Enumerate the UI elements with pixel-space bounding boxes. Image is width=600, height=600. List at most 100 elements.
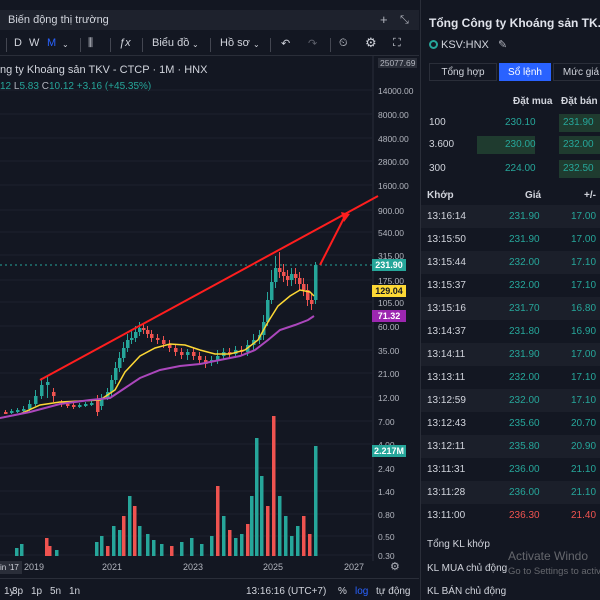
candle-body bbox=[274, 268, 278, 282]
profile-menu[interactable]: Hồ sơ bbox=[220, 37, 250, 49]
candle-type-icon[interactable]: ⫼ bbox=[88, 37, 93, 50]
edit-pencil-icon[interactable]: ✎ bbox=[498, 39, 507, 51]
orderbook-bid-price: 224.00 bbox=[505, 163, 536, 174]
trade-row[interactable]: 13:13:11 232.00 17.10 bbox=[421, 366, 600, 389]
range-button[interactable]: 5n bbox=[50, 586, 61, 597]
trade-time: 13:11:31 bbox=[427, 464, 466, 475]
volume-bar bbox=[216, 486, 220, 556]
y-axis-tick-label: 105.00 bbox=[378, 298, 404, 308]
orderbook-row[interactable]: 3.600 230.00 232.00 bbox=[421, 136, 600, 154]
trade-time: 13:15:44 bbox=[427, 257, 466, 268]
trade-row[interactable]: 13:15:50 231.90 17.00 bbox=[421, 228, 600, 251]
volume-bar bbox=[48, 546, 52, 556]
undo-icon[interactable]: ↶ bbox=[281, 37, 290, 50]
trade-row[interactable]: 13:15:37 232.00 17.10 bbox=[421, 274, 600, 297]
volume-bar bbox=[100, 536, 104, 556]
volume-bar bbox=[160, 544, 164, 556]
percent-toggle[interactable]: % bbox=[338, 586, 347, 597]
candle-body bbox=[134, 332, 138, 338]
alert-clock-icon[interactable]: ⏲ bbox=[339, 37, 348, 50]
orderbook-ask-price: 232.50 bbox=[563, 163, 594, 174]
collapse-icon[interactable]: ⤡ bbox=[400, 14, 409, 27]
status-dot-icon bbox=[429, 40, 438, 49]
candle-body bbox=[142, 328, 146, 330]
tab-price-levels[interactable]: Mức giá bbox=[553, 63, 600, 81]
orderbook-row[interactable]: 300 224.00 232.50 bbox=[421, 160, 600, 178]
trade-row[interactable]: 13:12:11 235.80 20.90 bbox=[421, 435, 600, 458]
trade-row[interactable]: 13:12:59 232.00 17.10 bbox=[421, 389, 600, 412]
trade-row[interactable]: 13:16:14 231.90 17.00 bbox=[421, 205, 600, 228]
range-button[interactable]: 1p bbox=[31, 586, 42, 597]
interval-dropdown-icon[interactable]: ⌄ bbox=[62, 40, 69, 49]
range-button[interactable]: 3p bbox=[12, 586, 23, 597]
trade-row[interactable]: 13:11:28 236.00 21.10 bbox=[421, 481, 600, 504]
volume-bar bbox=[228, 530, 232, 556]
candle-body bbox=[78, 405, 82, 407]
trade-change: 17.10 bbox=[571, 395, 597, 406]
fullscreen-icon[interactable]: ⛶ bbox=[393, 37, 401, 50]
interval-d-button[interactable]: D bbox=[14, 37, 22, 49]
trade-time: 13:13:11 bbox=[427, 372, 466, 383]
volume-bar bbox=[55, 550, 59, 556]
orderbook-ask-header: Đặt bán bbox=[561, 96, 598, 107]
trade-row[interactable]: 13:14:37 231.80 16.90 bbox=[421, 320, 600, 343]
chevron-down-icon[interactable]: ⌄ bbox=[253, 40, 260, 49]
candle-body bbox=[294, 274, 298, 278]
candle-body bbox=[40, 385, 44, 396]
tab-orderbook[interactable]: Sổ lệnh bbox=[499, 63, 551, 81]
auto-toggle[interactable]: tự động bbox=[376, 586, 411, 597]
orderbook-row[interactable]: 100 230.10 231.90 bbox=[421, 114, 600, 132]
chart-panel: Biến động thị trường + ⤡ D W M ⌄ ⫼ ƒx Bi… bbox=[0, 0, 419, 600]
chevron-down-icon[interactable]: ⌄ bbox=[192, 40, 199, 49]
volume-bar bbox=[272, 416, 276, 556]
volume-bar bbox=[260, 476, 264, 556]
interval-m-button[interactable]: M bbox=[47, 37, 56, 49]
trade-price: 236.00 bbox=[509, 487, 540, 498]
volume-bar bbox=[210, 536, 214, 556]
trade-row[interactable]: 13:14:11 231.90 17.00 bbox=[421, 343, 600, 366]
candle-body bbox=[174, 348, 178, 352]
axis-settings-icon[interactable]: ⚙ bbox=[390, 560, 400, 573]
clock-time: 13:16:16 (UTC+7) bbox=[246, 586, 327, 597]
volume-bar bbox=[222, 516, 226, 556]
range-button[interactable]: 1n bbox=[69, 586, 80, 597]
trade-price: 231.90 bbox=[509, 234, 540, 245]
tab-summary[interactable]: Tổng hợp bbox=[429, 63, 497, 81]
candle-body bbox=[4, 412, 8, 414]
function-icon[interactable]: ƒx bbox=[119, 37, 131, 49]
candle-body bbox=[52, 392, 56, 396]
trade-row[interactable]: 13:12:43 235.60 20.70 bbox=[421, 412, 600, 435]
candle-body bbox=[198, 356, 202, 360]
trade-price: 235.60 bbox=[509, 418, 540, 429]
trade-row[interactable]: 13:11:00 236.30 21.40 bbox=[421, 504, 600, 527]
log-toggle[interactable]: log bbox=[355, 586, 368, 597]
volume-bar bbox=[302, 516, 306, 556]
indicators-menu[interactable]: Biểu đồ bbox=[152, 37, 189, 49]
add-icon[interactable]: + bbox=[380, 12, 388, 27]
trade-row[interactable]: 13:15:44 232.00 17.10 bbox=[421, 251, 600, 274]
toolbar-divider bbox=[270, 38, 271, 52]
settings-gear-icon[interactable]: ⚙ bbox=[365, 35, 377, 51]
redo-icon[interactable]: ↷ bbox=[308, 37, 317, 50]
trade-price: 232.00 bbox=[509, 395, 540, 406]
trade-time: 13:15:16 bbox=[427, 303, 466, 314]
trade-time: 13:14:11 bbox=[427, 349, 466, 360]
candle-body bbox=[110, 380, 114, 392]
candle-body bbox=[270, 282, 274, 300]
toolbar-divider bbox=[330, 38, 331, 52]
y-axis-tick-label: 0.80 bbox=[378, 510, 395, 520]
chart-titlebar: Biến động thị trường + ⤡ bbox=[0, 10, 419, 30]
trade-row[interactable]: 13:11:31 236.00 21.10 bbox=[421, 458, 600, 481]
price-chart-canvas[interactable] bbox=[0, 56, 419, 561]
interval-w-button[interactable]: W bbox=[29, 37, 39, 49]
volume-bar bbox=[112, 526, 116, 556]
y-axis-tick-label: 1.40 bbox=[378, 487, 395, 497]
orderbook-bid-price: 230.00 bbox=[505, 139, 536, 150]
trade-price: 231.90 bbox=[509, 349, 540, 360]
x-axis-label: 2025 bbox=[263, 562, 284, 572]
volume-bar bbox=[255, 438, 259, 556]
trade-row[interactable]: 13:15:16 231.70 16.80 bbox=[421, 297, 600, 320]
volume-tag: 2.217M bbox=[372, 445, 406, 457]
trade-time: 13:11:28 bbox=[427, 487, 466, 498]
volume-bar bbox=[314, 446, 318, 556]
